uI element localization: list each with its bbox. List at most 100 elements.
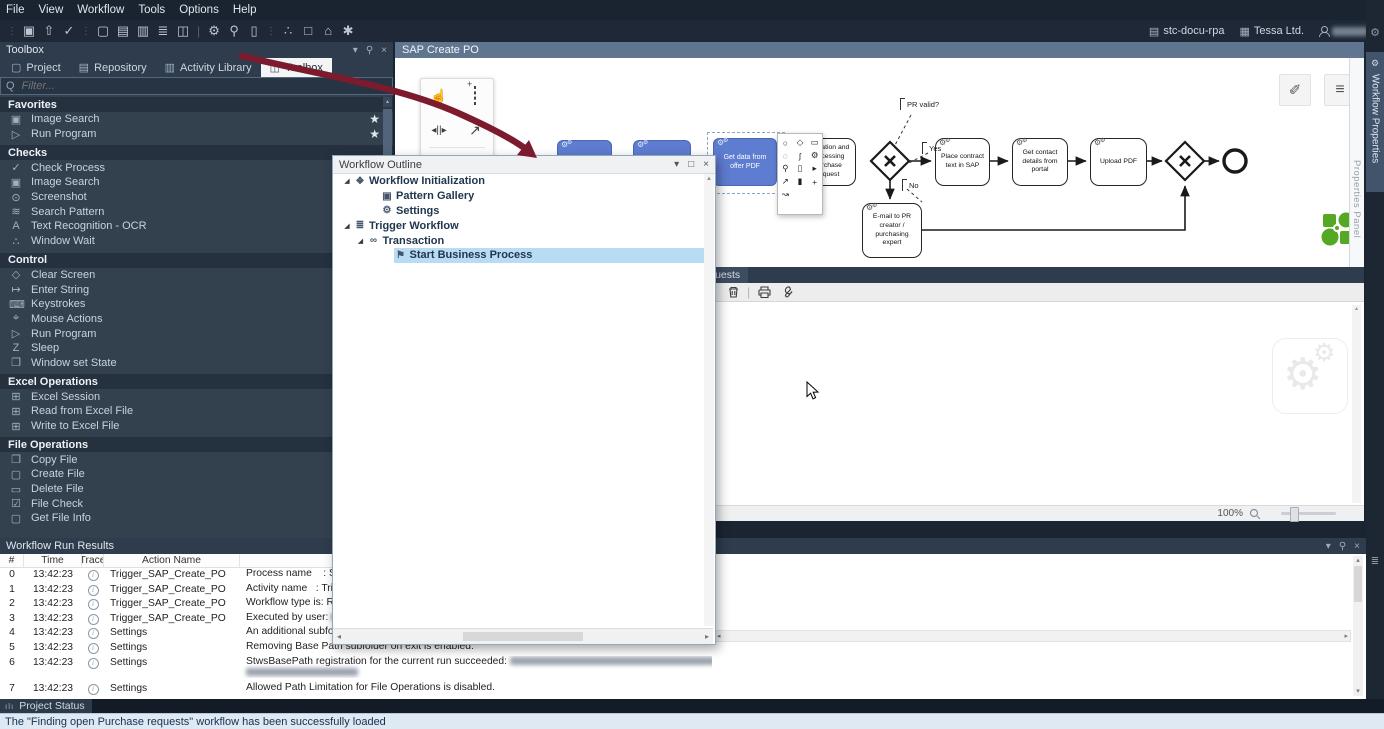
server-indicator[interactable]: ▤stc-docu-rpa xyxy=(1149,25,1225,38)
column-header-action-name[interactable]: Action Name xyxy=(104,554,240,567)
panel-pin-icon[interactable]: ⚲ xyxy=(1339,541,1346,552)
execution-icon[interactable]: ∴ xyxy=(278,20,298,42)
outline-node-trigger-workflow[interactable]: ◢≣Trigger Workflow xyxy=(333,218,713,233)
outline-horizontal-scrollbar[interactable]: ◂▸ xyxy=(333,628,713,644)
save-icon[interactable]: ▣ xyxy=(19,20,39,42)
outline-node-settings[interactable]: ⚙Settings xyxy=(333,204,713,219)
report-icon[interactable]: ≣ xyxy=(153,20,173,42)
panel-dropdown-icon[interactable]: ▾ xyxy=(353,45,358,56)
zoom-slider-thumb[interactable] xyxy=(1290,507,1299,522)
pan-hand-icon[interactable]: ☝ xyxy=(430,88,447,105)
bpmn-task-get-contact[interactable]: ⚙Get contact details from portal xyxy=(1012,138,1068,186)
remote-desktop-icon[interactable]: □ xyxy=(298,20,318,42)
new-document-icon[interactable]: ▢ xyxy=(93,20,113,42)
outline-node-pattern-gallery[interactable]: ▣Pattern Gallery xyxy=(333,189,713,204)
outline-titlebar[interactable]: Workflow Outline ▾ □ × xyxy=(333,156,715,174)
canvas-tab[interactable]: SAP Create PO xyxy=(395,42,1364,58)
menu-file[interactable]: File xyxy=(6,4,25,16)
expander-icon[interactable]: ◢ xyxy=(341,177,353,185)
menu-help[interactable]: Help xyxy=(233,4,257,16)
document-icon[interactable]: ▯ xyxy=(244,20,264,42)
validate-icon[interactable]: ✓ xyxy=(59,20,79,42)
menu-workflow[interactable]: Workflow xyxy=(77,4,124,16)
wildcard-icon[interactable]: ✱ xyxy=(338,20,358,42)
wrench-icon[interactable]: ⚲ xyxy=(782,163,788,174)
circle2-icon[interactable]: ◌ xyxy=(783,151,788,161)
toolbox-icon[interactable]: ◫ xyxy=(173,20,193,42)
results-row[interactable]: 713:42:23iSettingsAllowed Path Limitatio… xyxy=(0,682,712,697)
link-icon[interactable]: ↗ xyxy=(782,176,789,187)
toolbox-item-run-program[interactable]: ▷Run Program★ xyxy=(0,127,393,142)
end-event[interactable] xyxy=(1224,150,1246,172)
circle-icon[interactable]: ○ xyxy=(783,138,788,148)
menu-view[interactable]: View xyxy=(39,4,64,16)
window-maximize-icon[interactable]: □ xyxy=(688,159,694,170)
repository-icon[interactable]: ▤ xyxy=(113,20,133,42)
gears-icon[interactable]: ⚙ xyxy=(811,150,819,161)
toolbox-filter-input[interactable] xyxy=(20,79,354,93)
outline-vertical-scrollbar[interactable]: ▴ xyxy=(704,174,714,626)
panel-close-icon[interactable]: × xyxy=(381,45,387,56)
menu-tools[interactable]: Tools xyxy=(138,4,165,16)
add-icon[interactable]: + xyxy=(812,177,817,187)
results-vertical-scrollbar[interactable]: ▴▾ xyxy=(1353,556,1363,696)
marquee-select-icon[interactable] xyxy=(474,87,476,105)
window-dropdown-icon[interactable]: ▾ xyxy=(674,159,679,170)
bpmn-activity-get-data[interactable]: ⚙Get data from offer PDF xyxy=(713,138,777,186)
scrollbar-thumb[interactable] xyxy=(1354,566,1362,602)
outline-node-transaction[interactable]: ◢∞Transaction xyxy=(333,233,713,248)
task-icon[interactable]: ▭ xyxy=(811,137,819,148)
expander-icon[interactable]: ◢ xyxy=(355,237,367,245)
favorite-star-icon[interactable]: ★ xyxy=(369,127,380,141)
activity-library-icon[interactable]: ▥ xyxy=(133,20,153,42)
connector-mode-icon[interactable]: ↗ xyxy=(469,122,481,139)
organization-indicator[interactable]: ▦Tessa Ltd. xyxy=(1239,25,1304,38)
wrench-icon[interactable] xyxy=(780,285,794,299)
print-icon[interactable] xyxy=(757,285,772,299)
scrollbar-thumb[interactable] xyxy=(463,632,583,641)
path-icon[interactable]: ʃ xyxy=(799,151,801,161)
tab-project[interactable]: ▢Project xyxy=(2,58,70,77)
connector-icon[interactable]: ↝ xyxy=(782,189,789,200)
tab-activity-library[interactable]: ▥Activity Library xyxy=(156,58,261,77)
bpmn-task-upload-pdf[interactable]: ⚙Upload PDF xyxy=(1090,138,1147,186)
properties-panel-collapsed[interactable]: Properties Panel xyxy=(1349,58,1364,267)
column-header-[interactable]: # xyxy=(0,554,24,567)
scroll-up-icon[interactable]: ▴ xyxy=(383,97,392,107)
home-icon[interactable]: ⌂ xyxy=(318,20,338,42)
menu-options[interactable]: Options xyxy=(179,4,219,16)
panel-close-icon[interactable]: × xyxy=(1354,541,1360,552)
project-status-tab[interactable]: ılı Project Status xyxy=(0,699,92,713)
dock-menu-icon[interactable]: ≣ xyxy=(1366,556,1384,567)
outline-node-start-business-process[interactable]: ⚑Start Business Process xyxy=(333,248,713,263)
attachment-icon[interactable]: ⚲ xyxy=(224,20,244,42)
user-indicator[interactable] xyxy=(1319,26,1368,36)
publish-icon[interactable]: ⇧ xyxy=(39,20,59,42)
scroll-right-icon[interactable]: ▸ xyxy=(705,632,709,641)
bpmn-task-place-contract[interactable]: ⚙Place contract text in SAP xyxy=(935,138,990,186)
toolbox-item-image-search[interactable]: ▣Image Search★ xyxy=(0,112,393,127)
trash-icon[interactable] xyxy=(727,285,740,299)
column-header-trace[interactable]: Trace xyxy=(82,554,104,567)
gear-icon[interactable]: ⚙ xyxy=(1366,26,1384,39)
favorite-star-icon[interactable]: ★ xyxy=(369,112,380,126)
panel-pin-icon[interactable]: ⚲ xyxy=(366,45,373,56)
workflow-properties-tab[interactable]: ⚙ Workflow Properties xyxy=(1366,52,1384,192)
split-view-icon[interactable]: ◂||▸ xyxy=(431,125,446,136)
results-row[interactable]: 613:42:23iSettingsStwsBasePath registrat… xyxy=(0,656,712,682)
trash-icon[interactable]: ▯ xyxy=(798,163,803,174)
theme-brush-button[interactable]: ✐ xyxy=(1279,74,1311,106)
bookmark-icon[interactable]: ▮ xyxy=(798,176,803,187)
expander-icon[interactable]: ◢ xyxy=(341,222,353,230)
scroll-right-icon[interactable]: ▸ xyxy=(1344,632,1348,640)
tab-repository[interactable]: ▤Repository xyxy=(70,58,156,77)
outline-node-workflow-initialization[interactable]: ◢❖Workflow Initialization xyxy=(333,174,713,189)
scroll-left-icon[interactable]: ◂ xyxy=(337,632,341,641)
expand-icon[interactable]: ▸ xyxy=(813,163,817,174)
scroll-left-icon[interactable]: ◂ xyxy=(717,632,721,640)
panel-dropdown-icon[interactable]: ▾ xyxy=(1326,541,1331,552)
run-view-scrollbar[interactable]: ▴ xyxy=(1352,305,1361,503)
tab-toolbox[interactable]: ◫Toolbox xyxy=(261,58,332,77)
bpmn-task-email[interactable]: ⚙E-mail to PR creator / purchasing exper… xyxy=(862,203,922,258)
window-close-icon[interactable]: × xyxy=(703,159,709,170)
